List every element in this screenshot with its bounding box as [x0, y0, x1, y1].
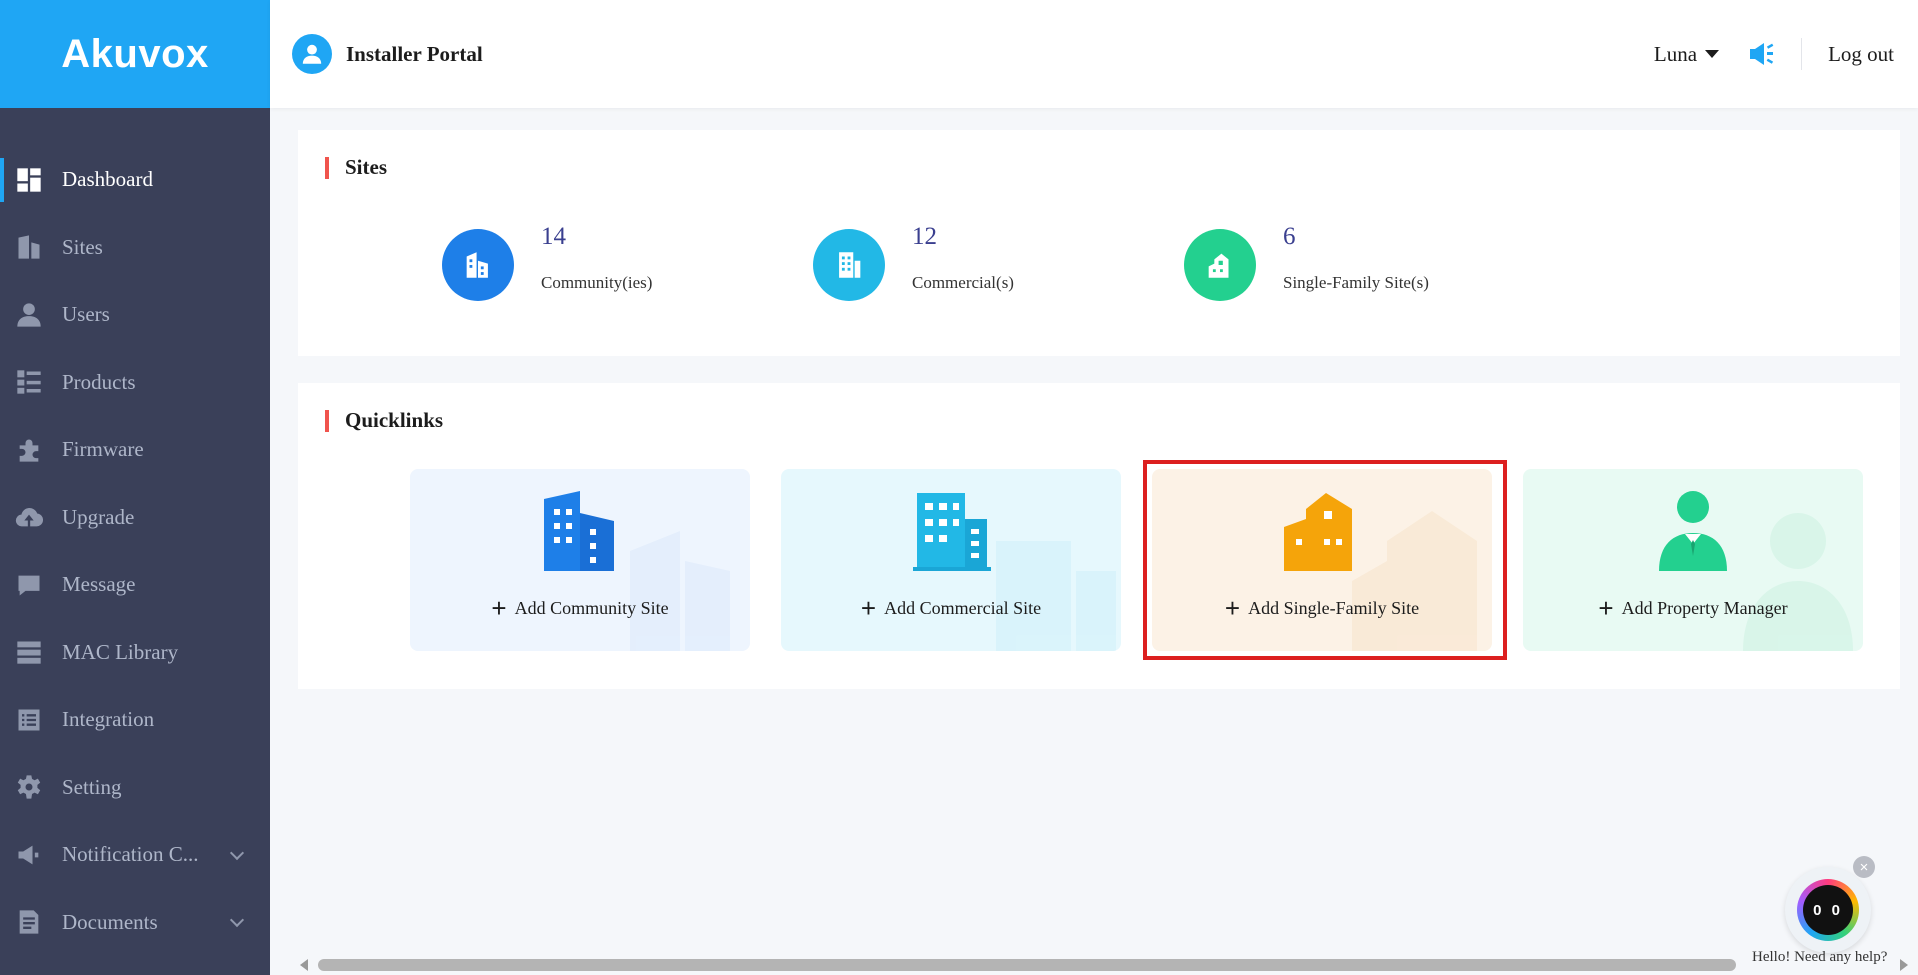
sidebar-item-setting[interactable]: Setting	[0, 754, 270, 822]
help-bot-button[interactable]: 0 0	[1785, 867, 1871, 953]
commercial-bg-icon	[996, 541, 1116, 651]
bot-ring: 0 0	[1797, 879, 1859, 941]
sidebar-item-mac-library[interactable]: MAC Library	[0, 619, 270, 687]
commercial-building-icon	[913, 493, 991, 571]
sidebar-item-notification-center[interactable]: Notification C...	[0, 821, 270, 889]
sidebar-item-documents[interactable]: Documents	[0, 889, 270, 957]
logout-button[interactable]: Log out	[1828, 42, 1894, 67]
caret-down-icon[interactable]	[1705, 50, 1720, 58]
quicklink-text: Add Property Manager	[1621, 597, 1788, 618]
message-icon	[14, 570, 44, 600]
sidebar-item-users[interactable]: Users	[0, 281, 270, 349]
scrollbar-thumb[interactable]	[318, 959, 1736, 971]
sidebar-item-label: MAC Library	[62, 639, 179, 664]
sites-title: Sites	[345, 155, 387, 179]
close-icon[interactable]: ×	[1853, 856, 1875, 878]
stat-commercial[interactable]: 12 Commercial(s)	[813, 223, 1014, 301]
sidebar-item-label: Users	[62, 302, 110, 327]
manager-bg-icon	[1743, 513, 1853, 651]
sidebar-item-label: Firmware	[62, 437, 144, 462]
sidebar-item-label: Upgrade	[62, 504, 135, 529]
stat-count: 14	[541, 223, 566, 250]
plus-icon: +	[1598, 593, 1614, 623]
commercial-icon	[813, 229, 885, 301]
quicklink-add-property-manager[interactable]: + Add Property Manager	[1523, 469, 1863, 651]
quicklinks-title: Quicklinks	[345, 408, 444, 432]
scroll-right-icon[interactable]	[1900, 959, 1908, 971]
stat-label: Community(ies)	[541, 273, 653, 292]
megaphone-icon	[14, 840, 44, 870]
page-title: Installer Portal	[346, 41, 483, 66]
sidebar-item-firmware[interactable]: Firmware	[0, 416, 270, 484]
sidebar-item-label: Sites	[62, 234, 103, 259]
portal-title-group: Installer Portal	[292, 34, 483, 74]
sidebar-item-sites[interactable]: Sites	[0, 214, 270, 282]
cloud-upload-icon	[14, 502, 44, 532]
sidebar-item-upgrade[interactable]: Upgrade	[0, 484, 270, 552]
community-building-icon	[544, 491, 614, 571]
sites-card: Sites 14 Community(ies) 12 Commercial(s)…	[298, 130, 1900, 356]
user-circle-icon	[292, 34, 332, 74]
scroll-left-icon[interactable]	[300, 959, 308, 971]
quicklink-label: + Add Commercial Site	[781, 595, 1121, 621]
quicklink-label: + Add Community Site	[410, 595, 750, 621]
quicklink-label: + Add Property Manager	[1523, 595, 1863, 621]
puzzle-icon	[14, 435, 44, 465]
property-manager-icon	[1659, 491, 1727, 571]
plus-icon: +	[860, 593, 877, 623]
highlight-box	[1143, 460, 1507, 660]
section-title: Sites	[325, 155, 387, 180]
quicklinks-card: Quicklinks + Add Community Site + Add Comm…	[298, 383, 1900, 689]
document-icon	[14, 907, 44, 937]
quicklink-add-community-site[interactable]: + Add Community Site	[410, 469, 750, 651]
user-icon	[14, 300, 44, 330]
horizontal-scrollbar[interactable]	[300, 959, 1908, 971]
user-menu[interactable]: Luna	[1654, 42, 1697, 67]
sidebar-item-label: Products	[62, 369, 136, 394]
integration-icon	[14, 705, 44, 735]
stat-count: 6	[1283, 223, 1296, 250]
chevron-down-icon	[229, 845, 245, 860]
announcement-icon[interactable]	[1747, 39, 1777, 69]
sidebar-item-dashboard[interactable]: Dashboard	[0, 146, 270, 214]
house-icon	[1184, 229, 1256, 301]
sidebar-item-products[interactable]: Products	[0, 349, 270, 417]
community-bg-icon	[630, 531, 730, 651]
gear-icon	[14, 772, 44, 802]
community-icon	[442, 229, 514, 301]
plus-icon: +	[491, 593, 507, 623]
sidebar-nav: Dashboard Sites Users Products Firmware …	[0, 146, 270, 956]
help-bot-text[interactable]: Hello! Need any help?	[1752, 949, 1887, 966]
brand-logo[interactable]: Akuvox	[0, 0, 270, 108]
list-icon	[14, 367, 44, 397]
server-icon	[14, 637, 44, 667]
sidebar-item-label: Setting	[62, 774, 122, 799]
section-title: Quicklinks	[325, 408, 443, 433]
dashboard-icon	[14, 165, 44, 195]
bot-face-icon: 0 0	[1803, 885, 1853, 935]
stat-label: Commercial(s)	[912, 273, 1014, 292]
sidebar-item-message[interactable]: Message	[0, 551, 270, 619]
sidebar-item-label: Message	[62, 572, 136, 597]
sidebar-item-label: Dashboard	[62, 167, 153, 192]
stat-single-family[interactable]: 6 Single-Family Site(s)	[1184, 223, 1429, 301]
sidebar-item-integration[interactable]: Integration	[0, 686, 270, 754]
chevron-down-icon	[229, 913, 245, 928]
quicklink-add-commercial-site[interactable]: + Add Commercial Site	[781, 469, 1121, 651]
quicklink-text: Add Community Site	[514, 597, 669, 618]
quicklink-text: Add Commercial Site	[884, 597, 1042, 618]
sidebar-item-label: Documents	[62, 909, 158, 934]
sidebar: Akuvox Dashboard Sites Users Products Fi…	[0, 0, 270, 975]
stat-count: 12	[912, 223, 937, 250]
sidebar-item-label: Notification C...	[62, 842, 199, 867]
stat-community[interactable]: 14 Community(ies)	[442, 223, 653, 301]
sidebar-item-label: Integration	[62, 707, 155, 732]
user-area: Luna Log out	[1654, 34, 1894, 74]
header-divider	[1801, 38, 1803, 70]
top-header: Installer Portal Luna Log out	[270, 0, 1918, 108]
stat-label: Single-Family Site(s)	[1283, 273, 1429, 292]
building-icon	[14, 232, 44, 262]
